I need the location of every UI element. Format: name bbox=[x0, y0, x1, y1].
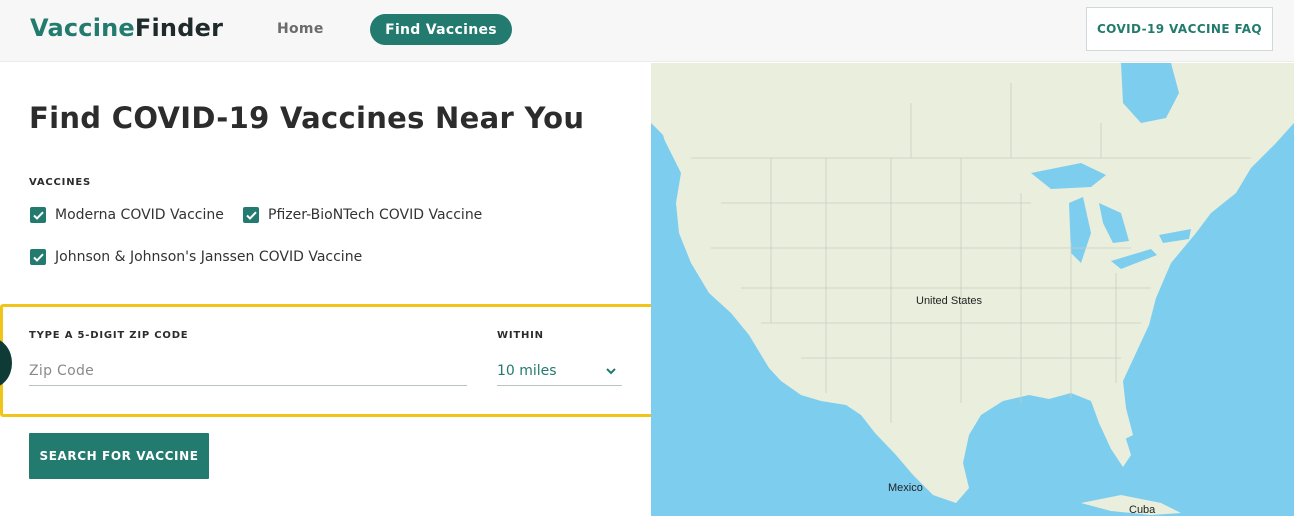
janssen-label: Johnson & Johnson's Janssen COVID Vaccin… bbox=[55, 249, 363, 265]
map-label-mexico: Mexico bbox=[888, 482, 923, 494]
logo-finder: Finder bbox=[134, 14, 224, 42]
checkbox-checked-icon[interactable] bbox=[243, 207, 259, 223]
checkbox-checked-icon[interactable] bbox=[30, 207, 46, 223]
nav-find-vaccines-link[interactable]: Find Vaccines bbox=[370, 14, 512, 45]
checkbox-checked-icon[interactable] bbox=[30, 249, 46, 265]
logo[interactable]: VaccineFinder bbox=[30, 14, 223, 42]
moderna-checkbox-row[interactable]: Moderna COVID Vaccine bbox=[30, 207, 224, 223]
pfizer-label: Pfizer-BioNTech COVID Vaccine bbox=[268, 207, 483, 223]
within-distance-select[interactable]: 10 miles bbox=[497, 356, 622, 386]
vaccine-map[interactable]: United States Mexico Cuba bbox=[651, 63, 1294, 516]
chevron-down-icon bbox=[606, 363, 616, 379]
pfizer-checkbox-row[interactable]: Pfizer-BioNTech COVID Vaccine bbox=[243, 207, 482, 223]
moderna-label: Moderna COVID Vaccine bbox=[55, 207, 224, 223]
vaccines-label: VACCINES bbox=[29, 177, 92, 188]
map-label-united-states: United States bbox=[916, 295, 983, 307]
map-label-cuba: Cuba bbox=[1129, 504, 1156, 516]
within-label: WITHIN bbox=[497, 330, 544, 341]
janssen-checkbox-row[interactable]: Johnson & Johnson's Janssen COVID Vaccin… bbox=[30, 249, 362, 265]
within-selected-value: 10 miles bbox=[497, 362, 557, 379]
map-canvas[interactable]: United States Mexico Cuba bbox=[651, 63, 1294, 516]
page-title: Find COVID-19 Vaccines Near You bbox=[29, 101, 585, 135]
logo-vaccine: Vaccine bbox=[30, 14, 135, 42]
zip-code-input[interactable] bbox=[29, 356, 467, 386]
top-nav-bar: VaccineFinder Home Find Vaccines COVID-1… bbox=[0, 0, 1294, 62]
zip-code-label: TYPE A 5-DIGIT ZIP CODE bbox=[29, 330, 189, 341]
search-for-vaccine-button[interactable]: SEARCH FOR VACCINE bbox=[29, 433, 209, 479]
nav-home-link[interactable]: Home bbox=[277, 21, 324, 37]
covid-faq-button[interactable]: COVID-19 VACCINE FAQ bbox=[1086, 7, 1273, 51]
